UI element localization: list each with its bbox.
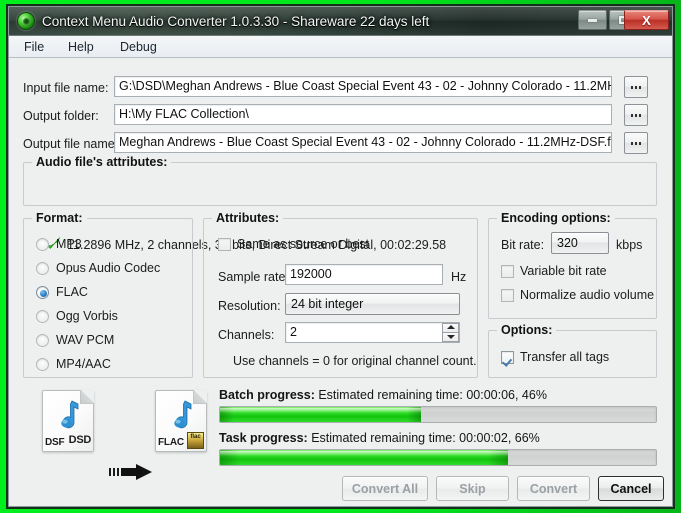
task-progress-title: Task progress: <box>219 431 308 445</box>
client-area: Input file name: G:\DSD\Meghan Andrews -… <box>9 58 672 506</box>
sample-rate-unit: Hz <box>451 270 467 284</box>
checkbox-icon <box>501 289 514 302</box>
output-folder-label: Output folder: <box>23 109 99 123</box>
encoding-options-group: Encoding options: Bit rate: 320 kbps Var… <box>488 211 657 319</box>
checkbox-icon <box>218 238 231 251</box>
output-file-input[interactable]: Meghan Andrews - Blue Coast Special Even… <box>114 132 612 153</box>
normalize-volume-label: Normalize audio volume <box>520 288 655 302</box>
channels-input[interactable]: 2 <box>285 322 460 343</box>
application-window: Context Menu Audio Converter 1.0.3.30 - … <box>8 6 673 507</box>
bitrate-unit: kbps <box>616 238 643 252</box>
menu-bar: File Help Debug <box>9 36 672 58</box>
same-as-source-label: Same as source or best <box>237 237 370 251</box>
output-folder-input[interactable]: H:\My FLAC Collection\ <box>114 104 612 125</box>
right-arrow-icon <box>109 464 152 480</box>
browse-output-folder-button[interactable] <box>624 104 648 126</box>
task-progress-status: Estimated remaining time: 00:00:02, 66% <box>311 431 540 445</box>
options-group-title: Options: <box>497 323 557 337</box>
music-note-icon <box>174 400 192 429</box>
radio-icon <box>36 358 49 371</box>
resolution-dropdown[interactable]: 24 bit integer <box>285 293 460 315</box>
attributes-group-title: Attributes: <box>212 211 284 225</box>
menu-item-file[interactable]: File <box>17 38 51 56</box>
minimize-button[interactable] <box>578 10 607 30</box>
radio-icon <box>36 238 49 251</box>
convert-button[interactable]: Convert <box>517 476 590 501</box>
encoding-options-title: Encoding options: <box>497 211 615 225</box>
music-note-icon <box>61 400 79 429</box>
format-option-label: MP3 <box>56 237 82 251</box>
batch-progress-title: Batch progress: <box>219 388 315 402</box>
bitrate-dropdown[interactable]: 320 <box>551 232 609 254</box>
attributes-group: Attributes: Same as source or best Sampl… <box>203 211 478 378</box>
output-file-label: Output file name: <box>23 137 119 151</box>
channels-hint: Use channels = 0 for original channel co… <box>233 354 477 368</box>
browse-input-file-button[interactable] <box>624 76 648 98</box>
format-group-title: Format: <box>32 211 87 225</box>
audio-attributes-group: Audio file's attributes: <box>23 155 657 206</box>
sample-rate-input[interactable]: 192000 <box>285 264 443 285</box>
checkbox-checked-icon <box>501 351 514 364</box>
app-icon <box>17 12 35 30</box>
flac-badge-icon: flac <box>187 432 204 449</box>
checkbox-icon <box>501 265 514 278</box>
batch-progress-status: Estimated remaining time: 00:00:06, 46% <box>318 388 547 402</box>
browse-output-file-button[interactable] <box>624 132 648 154</box>
format-option-label: Opus Audio Codec <box>56 261 161 275</box>
transfer-all-tags-label: Transfer all tags <box>520 350 610 364</box>
menu-item-help[interactable]: Help <box>61 38 101 56</box>
stepper-up-icon[interactable] <box>442 323 459 332</box>
close-button[interactable]: X <box>624 10 669 30</box>
radio-selected-icon <box>36 286 49 299</box>
sample-rate-label: Sample rate: <box>218 270 289 284</box>
variable-bitrate-label: Variable bit rate <box>520 264 607 278</box>
task-progress-fill <box>220 450 508 465</box>
task-progress-bar <box>219 449 657 466</box>
channels-stepper[interactable] <box>442 323 459 342</box>
close-icon: X <box>642 12 651 28</box>
format-option-label: WAV PCM <box>56 333 115 347</box>
task-progress-row: Task progress: Estimated remaining time:… <box>219 431 540 445</box>
radio-icon <box>36 262 49 275</box>
input-file-label: Input file name: <box>23 81 109 95</box>
title-bar: Context Menu Audio Converter 1.0.3.30 - … <box>9 7 672 36</box>
convert-all-button[interactable]: Convert All <box>342 476 428 501</box>
window-glow-frame: Context Menu Audio Converter 1.0.3.30 - … <box>0 0 681 513</box>
minimize-icon <box>579 11 606 29</box>
format-option-label: FLAC <box>56 285 88 299</box>
channels-label: Channels: <box>218 328 275 342</box>
source-file-icon: DSF DSD <box>42 390 94 452</box>
source-format-label: DSF <box>45 437 65 448</box>
bitrate-label: Bit rate: <box>501 238 545 252</box>
target-format-label: FLAC <box>158 437 184 448</box>
format-group: Format: MP3 Opus Audio Codec FLAC Ogg Vo… <box>23 211 193 378</box>
audio-attributes-title: Audio file's attributes: <box>32 155 172 169</box>
radio-icon <box>36 310 49 323</box>
window-title: Context Menu Audio Converter 1.0.3.30 - … <box>42 14 430 29</box>
source-format-sublabel: DSD <box>68 434 92 446</box>
input-file-input[interactable]: G:\DSD\Meghan Andrews - Blue Coast Speci… <box>114 76 612 97</box>
cancel-button[interactable]: Cancel <box>598 476 664 501</box>
window-frame-inner: Context Menu Audio Converter 1.0.3.30 - … <box>6 4 675 509</box>
batch-progress-bar <box>219 406 657 423</box>
batch-progress-row: Batch progress: Estimated remaining time… <box>219 388 547 402</box>
format-option-label: MP4/AAC <box>56 357 111 371</box>
format-option-label: Ogg Vorbis <box>56 309 118 323</box>
resolution-label: Resolution: <box>218 299 281 313</box>
options-group: Options: Transfer all tags <box>488 323 657 378</box>
menu-item-debug[interactable]: Debug <box>113 38 164 56</box>
target-file-icon: FLAC flac <box>155 390 207 452</box>
stepper-down-icon[interactable] <box>442 332 459 342</box>
batch-progress-fill <box>220 407 421 422</box>
radio-icon <box>36 334 49 347</box>
skip-button[interactable]: Skip <box>436 476 509 501</box>
